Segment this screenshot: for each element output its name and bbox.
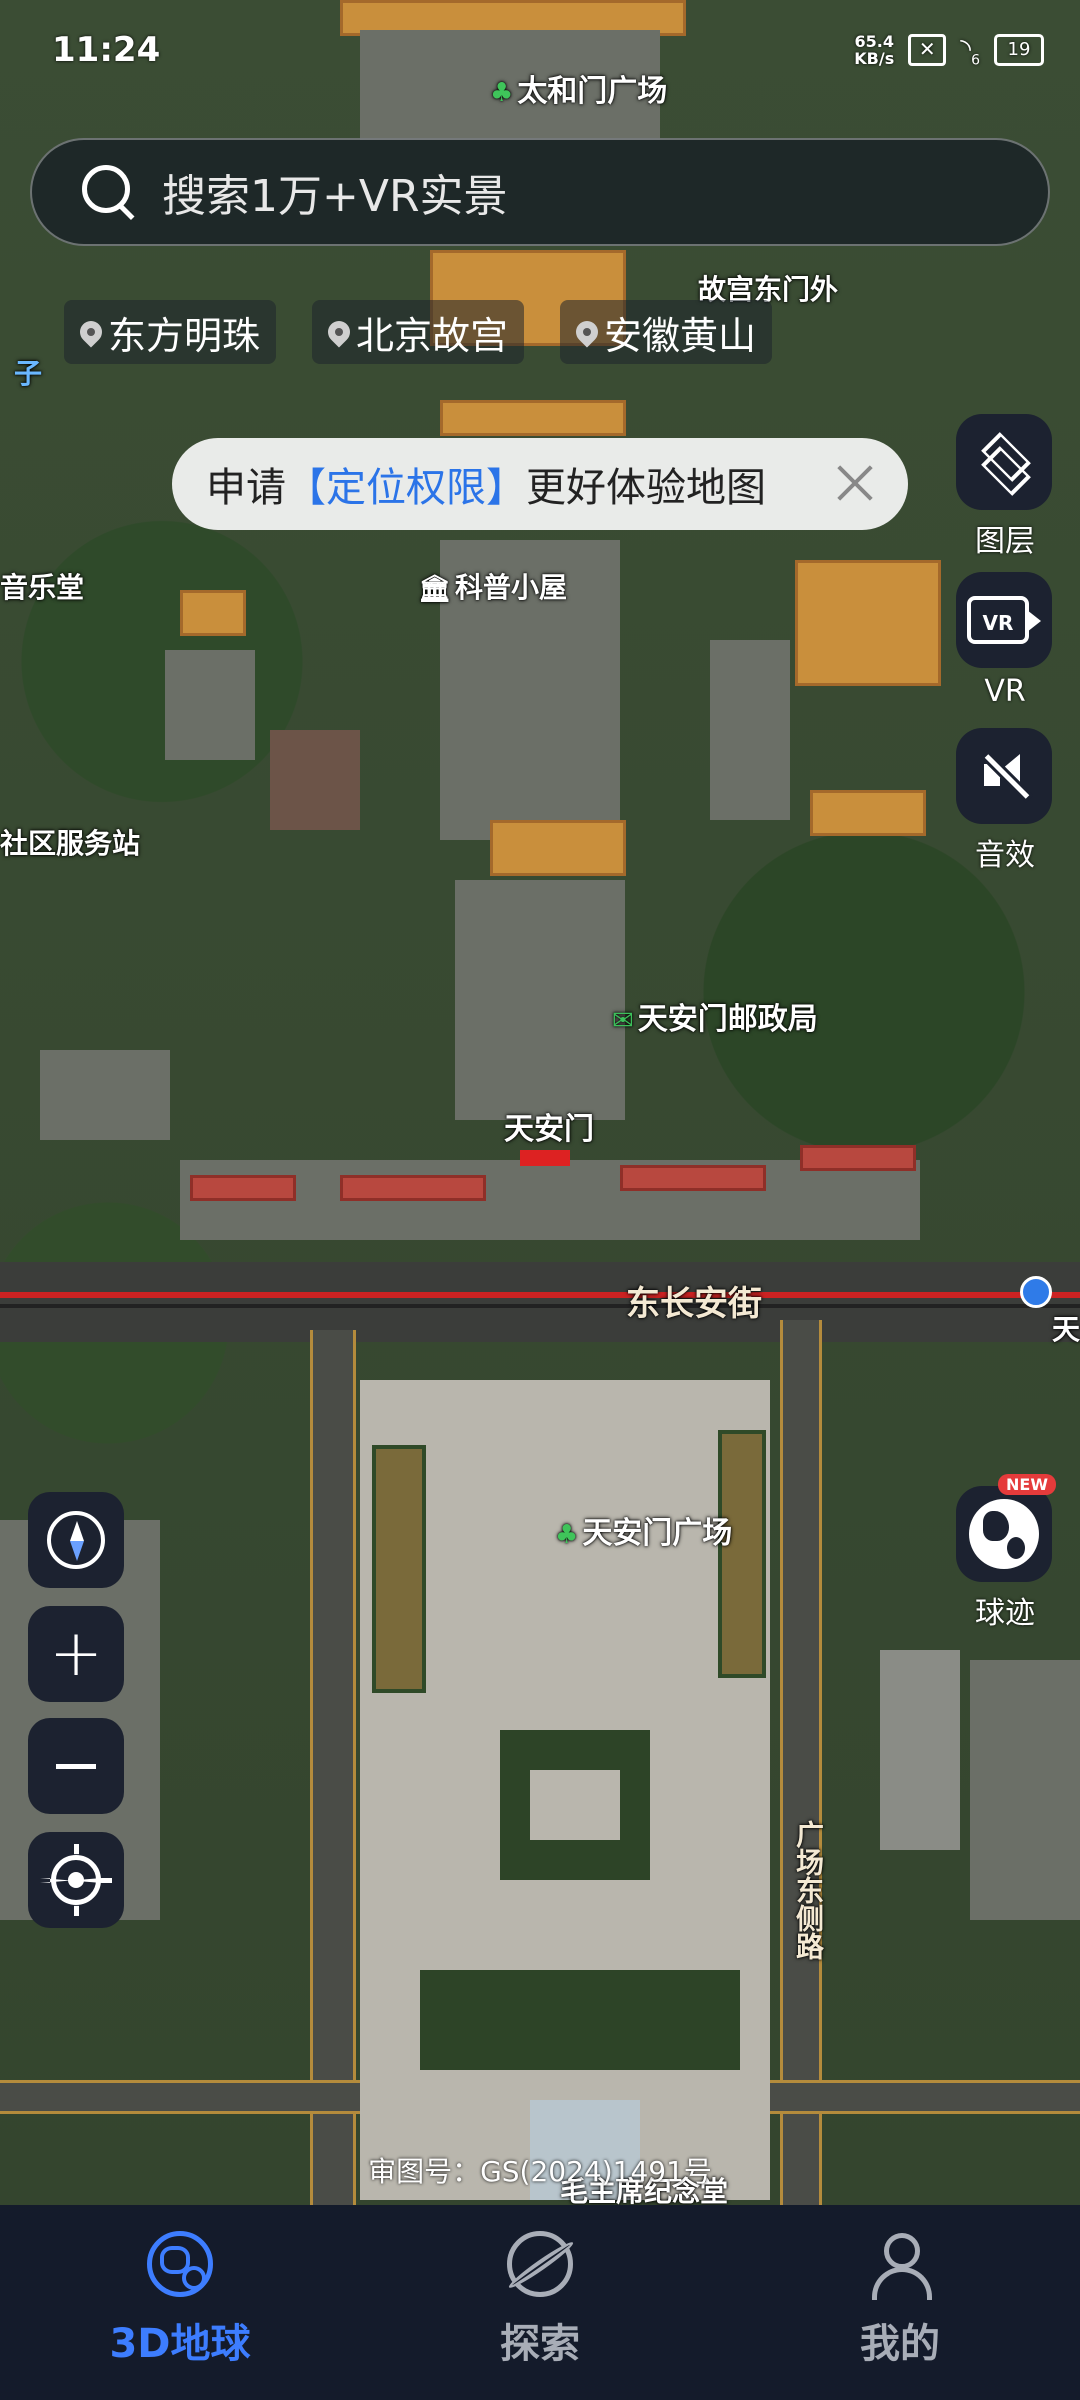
- nav-3d-earth[interactable]: 3D地球: [0, 2205, 360, 2400]
- user-icon: [867, 2231, 933, 2300]
- edge-label: 子: [14, 357, 43, 390]
- wall-roof: [340, 1175, 486, 1201]
- planet-icon: [507, 2231, 573, 2297]
- wall-roof: [620, 1165, 766, 1191]
- trace-tool[interactable]: NEW 球迹: [956, 1474, 1056, 1632]
- vr-camera-icon: VR: [967, 596, 1041, 644]
- status-bar: 11:24 65.4 KB/s ✕ ◝6 19: [0, 0, 1080, 100]
- layers-button[interactable]: [956, 414, 1052, 510]
- building: [710, 640, 790, 820]
- minus-icon: [56, 1763, 96, 1769]
- net-speed: 65.4 KB/s: [854, 32, 895, 69]
- trees: [420, 1970, 740, 2070]
- poi-music-hall[interactable]: 音乐堂: [0, 566, 84, 606]
- sound-label: 音效: [975, 838, 1035, 873]
- post-icon: ✉: [612, 1006, 634, 1036]
- place-chip-oriental-pearl[interactable]: 东方明珠: [64, 300, 277, 364]
- vr-button[interactable]: VR: [956, 572, 1052, 668]
- layers-tool[interactable]: 图层: [956, 414, 1054, 560]
- poi-community[interactable]: 社区服务站: [0, 822, 140, 862]
- map-approval-number: 审图号：GS(2024)1491号: [368, 2155, 712, 2188]
- nav-explore[interactable]: 探索: [360, 2205, 720, 2400]
- search-placeholder: 搜索1万+VR实景: [162, 171, 508, 222]
- layers-label: 图层: [975, 524, 1035, 559]
- search-icon: [74, 157, 144, 227]
- vr-label: VR: [984, 674, 1026, 709]
- tree-icon: ♣: [555, 1520, 579, 1550]
- flower-bed: [372, 1445, 426, 1693]
- locate-icon: [51, 1855, 101, 1905]
- zoom-out-button[interactable]: [28, 1718, 124, 1814]
- permission-link[interactable]: 【定位权限】: [286, 455, 526, 513]
- palace-roof: [490, 820, 626, 876]
- nav-label: 我的: [860, 2321, 940, 2367]
- new-badge: NEW: [998, 1474, 1056, 1495]
- museum-icon: 🏛: [418, 574, 452, 604]
- wall-roof: [190, 1175, 296, 1201]
- changan-road: [0, 1262, 1080, 1342]
- sound-tool[interactable]: 音效: [956, 728, 1054, 874]
- zoom-in-button[interactable]: +: [28, 1606, 124, 1702]
- status-time: 11:24: [52, 30, 161, 70]
- place-chip-huangshan[interactable]: 安徽黄山: [560, 300, 773, 364]
- national-museum: [970, 1660, 1080, 1920]
- nav-label: 探索: [500, 2321, 580, 2367]
- place-chip-forbidden-city[interactable]: 北京故宫: [312, 300, 525, 364]
- building: [165, 650, 255, 760]
- trace-button[interactable]: NEW: [956, 1474, 1056, 1582]
- road-label-changan: 东长安街: [626, 1284, 762, 1324]
- rock-garden: [40, 1050, 170, 1140]
- palace-avenue: [455, 880, 625, 1120]
- close-icon[interactable]: [830, 458, 880, 508]
- compass-icon: [47, 1511, 105, 1569]
- poi-square[interactable]: ♣ 天安门广场: [555, 1508, 732, 1552]
- building: [880, 1650, 960, 1850]
- nav-label: 3D地球: [109, 2321, 251, 2367]
- monument: [530, 1770, 620, 1840]
- wall-roof: [800, 1145, 916, 1171]
- bottom-nav: 3D地球 探索 我的: [0, 2205, 1080, 2400]
- palace-roof: [810, 790, 926, 836]
- road: [780, 1320, 822, 2205]
- compass-button[interactable]: [28, 1492, 124, 1588]
- sound-muted-icon: [976, 748, 1032, 804]
- battery-icon: 19: [994, 34, 1044, 67]
- tiananmen-rostrum: [520, 1150, 570, 1166]
- edge-label: 天: [1052, 1313, 1080, 1346]
- plus-icon: +: [49, 1617, 103, 1691]
- location-permission-banner[interactable]: 申请 【定位权限】 更好体验地图: [172, 438, 908, 530]
- palace-roof: [440, 400, 626, 436]
- road-label-square-east: 广场东侧路: [792, 1820, 825, 1960]
- metro-icon[interactable]: [1020, 1276, 1052, 1308]
- trace-label: 球迹: [975, 1596, 1035, 1631]
- location-pin-icon: [75, 316, 107, 348]
- poi-tiananmen[interactable]: 天安门: [504, 1104, 594, 1148]
- poi-kepu[interactable]: 🏛 科普小屋: [418, 566, 567, 606]
- poi-post-office[interactable]: ✉ 天安门邮政局: [612, 994, 818, 1038]
- nav-mine[interactable]: 我的: [720, 2205, 1080, 2400]
- quick-places: 东方明珠 北京故宫 安徽黄山: [64, 300, 773, 364]
- building: [270, 730, 360, 830]
- location-pin-icon: [323, 316, 355, 348]
- status-icons: 65.4 KB/s ✕ ◝6 19: [854, 32, 1044, 69]
- building: [180, 590, 246, 636]
- globe-icon: [969, 1499, 1039, 1569]
- locate-button[interactable]: [28, 1832, 124, 1928]
- vr-tool[interactable]: VR VR: [956, 572, 1054, 709]
- flower-bed: [718, 1430, 766, 1678]
- road: [310, 1330, 356, 2205]
- sim-off-icon: ✕: [908, 34, 947, 67]
- palace-roof: [795, 560, 941, 686]
- layers-icon: [976, 432, 1032, 496]
- earth-icon: [147, 2231, 213, 2297]
- search-bar[interactable]: 搜索1万+VR实景: [30, 138, 1050, 246]
- sound-button[interactable]: [956, 728, 1052, 824]
- wifi-icon: ◝6: [960, 32, 980, 69]
- location-pin-icon: [571, 316, 603, 348]
